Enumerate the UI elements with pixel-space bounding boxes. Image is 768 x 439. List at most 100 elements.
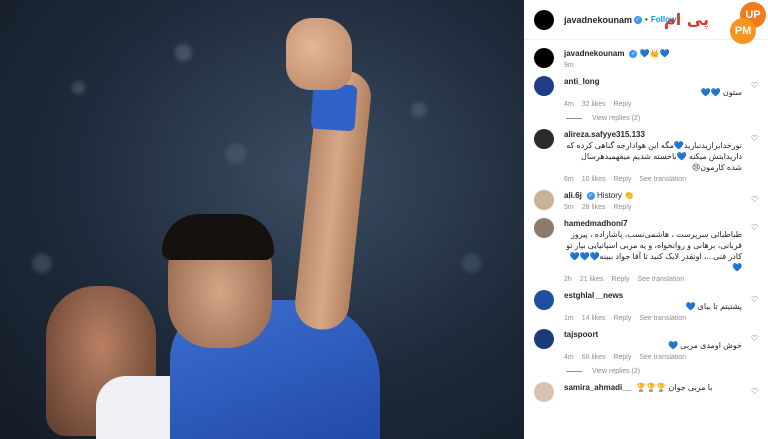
comment-line: ستون 💙💙 <box>564 87 742 98</box>
commenter-avatar[interactable] <box>534 218 554 238</box>
comment-likes[interactable]: 10 likes <box>582 176 606 183</box>
verified-icon: ✓ <box>634 15 643 24</box>
comment-username[interactable]: hamedmadhoni7 <box>564 218 628 229</box>
comment-meta: 1m 14 likes Reply See translation <box>564 315 742 322</box>
post-username[interactable]: javadnekounam <box>564 15 632 25</box>
comment-line: ali.6j ✓ History 👏 <box>564 190 742 201</box>
see-translation-link[interactable]: See translation <box>637 276 684 283</box>
commenter-avatar[interactable] <box>534 190 554 210</box>
comment-time: 2h <box>564 276 572 283</box>
post-photo[interactable] <box>0 0 524 439</box>
upm-badge: UP PM <box>730 2 766 44</box>
comment-line: پشتیتم تا بیای 💙 <box>564 301 742 312</box>
avatar[interactable] <box>534 9 554 30</box>
comment-likes[interactable]: 66 likes <box>582 354 606 361</box>
view-replies-label[interactable]: View replies (2) <box>592 115 640 122</box>
reply-button[interactable]: Reply <box>613 315 631 322</box>
comment-time: 4m <box>564 101 574 108</box>
comment-text: پشتیتم تا بیای 💙 <box>685 302 742 311</box>
comment-line: نورخدابرازیدنبارید💙مگه این هوادارجه گناه… <box>564 140 742 173</box>
caption-text: 💙👑💙 <box>639 49 670 58</box>
comment-item: samira_ahmadi__ 🏆🏆🏆 با مربی جوان ♡ <box>534 375 758 402</box>
comment-body: hamedmadhoni7 طباطبائی سرپرست ، هاشمی‌نسب… <box>564 218 758 283</box>
heart-icon[interactable]: ♡ <box>751 134 758 143</box>
comment-text: ستون 💙💙 <box>700 88 742 97</box>
comment-item: tajspoort خوش اومدی مربی 💙 4m 66 likes Reply… <box>534 322 758 361</box>
post-caption: javadnekounam ✓ 💙👑💙 9m <box>524 40 768 69</box>
comment-time: 6m <box>564 176 574 183</box>
heart-icon[interactable]: ♡ <box>751 81 758 90</box>
comment-username[interactable]: anti_long <box>564 76 600 87</box>
comment-line: samira_ahmadi__ 🏆🏆🏆 با مربی جوان <box>564 382 742 393</box>
comment-item: estghlal__news پشتیتم تا بیای 💙 1m 14 likes… <box>534 283 758 322</box>
view-replies-label[interactable]: View replies (2) <box>592 368 640 375</box>
comment-username[interactable]: samira_ahmadi__ <box>564 382 631 393</box>
comment-body: ali.6j ✓ History 👏 5m 28 likes Reply <box>564 190 758 211</box>
comment-likes[interactable]: 21 likes <box>580 276 604 283</box>
comment-item: anti_long ستون 💙💙 4m 32 likes Reply ♡ <box>534 69 758 108</box>
view-replies-button[interactable]: View replies (2) <box>534 108 758 122</box>
reply-button[interactable]: Reply <box>613 354 631 361</box>
comment-username[interactable]: tajspoort <box>564 329 598 340</box>
comment-meta: 4m 32 likes Reply <box>564 101 742 108</box>
heart-icon[interactable]: ♡ <box>751 195 758 204</box>
comment-meta: 5m 28 likes Reply <box>564 204 742 211</box>
heart-icon[interactable]: ♡ <box>751 295 758 304</box>
comment-body: anti_long ستون 💙💙 4m 32 likes Reply <box>564 76 758 108</box>
comment-username[interactable]: alireza.safyye315.133 <box>564 129 645 140</box>
comment-body: alireza.safyye315.133 نورخدابرازیدنبارید💙… <box>564 129 758 183</box>
badge-bottom: PM <box>730 18 756 44</box>
see-translation-link[interactable]: See translation <box>639 354 686 361</box>
separator-dot: • <box>645 15 648 24</box>
heart-icon[interactable]: ♡ <box>751 387 758 396</box>
see-translation-link[interactable]: See translation <box>639 315 686 322</box>
comment-text: History 👏 <box>597 191 635 200</box>
heart-icon[interactable]: ♡ <box>751 223 758 232</box>
comment-user-line: anti_long <box>564 76 742 87</box>
reply-button[interactable]: Reply <box>612 276 630 283</box>
reply-button[interactable]: Reply <box>613 176 631 183</box>
comment-time: 4m <box>564 354 574 361</box>
heart-icon[interactable]: ♡ <box>751 334 758 343</box>
caption-username[interactable]: javadnekounam <box>564 49 624 58</box>
comment-username[interactable]: estghlal__news <box>564 290 623 301</box>
commenter-avatar[interactable] <box>534 382 554 402</box>
comment-text: 🏆🏆🏆 با مربی جوان <box>636 383 713 392</box>
commenter-avatar[interactable] <box>534 290 554 310</box>
comment-text: نورخدابرازیدنبارید💙مگه این هوادارجه گناه… <box>566 141 742 172</box>
comment-username[interactable]: ali.6j <box>564 190 582 201</box>
replies-line <box>566 371 582 372</box>
comment-text: طباطبائی سرپرست ، هاشمی‌نسب، پاشازاده ، … <box>566 230 742 272</box>
comment-item: ali.6j ✓ History 👏 5m 28 likes Reply ♡ <box>534 183 758 211</box>
see-translation-link[interactable]: See translation <box>639 176 686 183</box>
reply-button[interactable]: Reply <box>613 101 631 108</box>
comment-user-line: estghlal__news <box>564 290 742 301</box>
reply-button[interactable]: Reply <box>613 204 631 211</box>
avatar[interactable] <box>534 48 554 68</box>
comment-time: 5m <box>564 204 574 211</box>
commenter-avatar[interactable] <box>534 129 554 149</box>
verified-icon: ✓ <box>586 191 595 200</box>
comment-likes[interactable]: 32 likes <box>582 101 606 108</box>
player-hair <box>162 214 274 260</box>
comment-user-line: alireza.safyye315.133 <box>564 129 742 140</box>
post-header: javadnekounam ✓ • Follow پی ام UP PM <box>524 0 768 44</box>
comment-meta: 2h 21 likes Reply See translation <box>564 276 742 283</box>
watermark-logo: پی ام <box>664 10 709 29</box>
view-replies-button[interactable]: View replies (2) <box>534 361 758 375</box>
replies-line <box>566 118 582 119</box>
comment-likes[interactable]: 14 likes <box>582 315 606 322</box>
comment-body: samira_ahmadi__ 🏆🏆🏆 با مربی جوان <box>564 382 758 402</box>
verified-icon: ✓ <box>629 49 638 58</box>
commenter-avatar[interactable] <box>534 329 554 349</box>
comment-meta: 4m 66 likes Reply See translation <box>564 354 742 361</box>
comments-panel: javadnekounam ✓ • Follow پی ام UP PM jav… <box>524 0 768 439</box>
comment-likes[interactable]: 28 likes <box>582 204 606 211</box>
comment-meta: 6m 10 likes Reply See translation <box>564 176 742 183</box>
comment-item: hamedmadhoni7 طباطبائی سرپرست ، هاشمی‌نسب… <box>534 211 758 283</box>
commenter-avatar[interactable] <box>534 76 554 96</box>
comment-user-line: hamedmadhoni7 <box>564 218 742 229</box>
comment-item: alireza.safyye315.133 نورخدابرازیدنبارید💙… <box>534 122 758 183</box>
comment-line: خوش اومدی مربی 💙 <box>564 340 742 351</box>
caption-time: 9m <box>564 62 574 69</box>
